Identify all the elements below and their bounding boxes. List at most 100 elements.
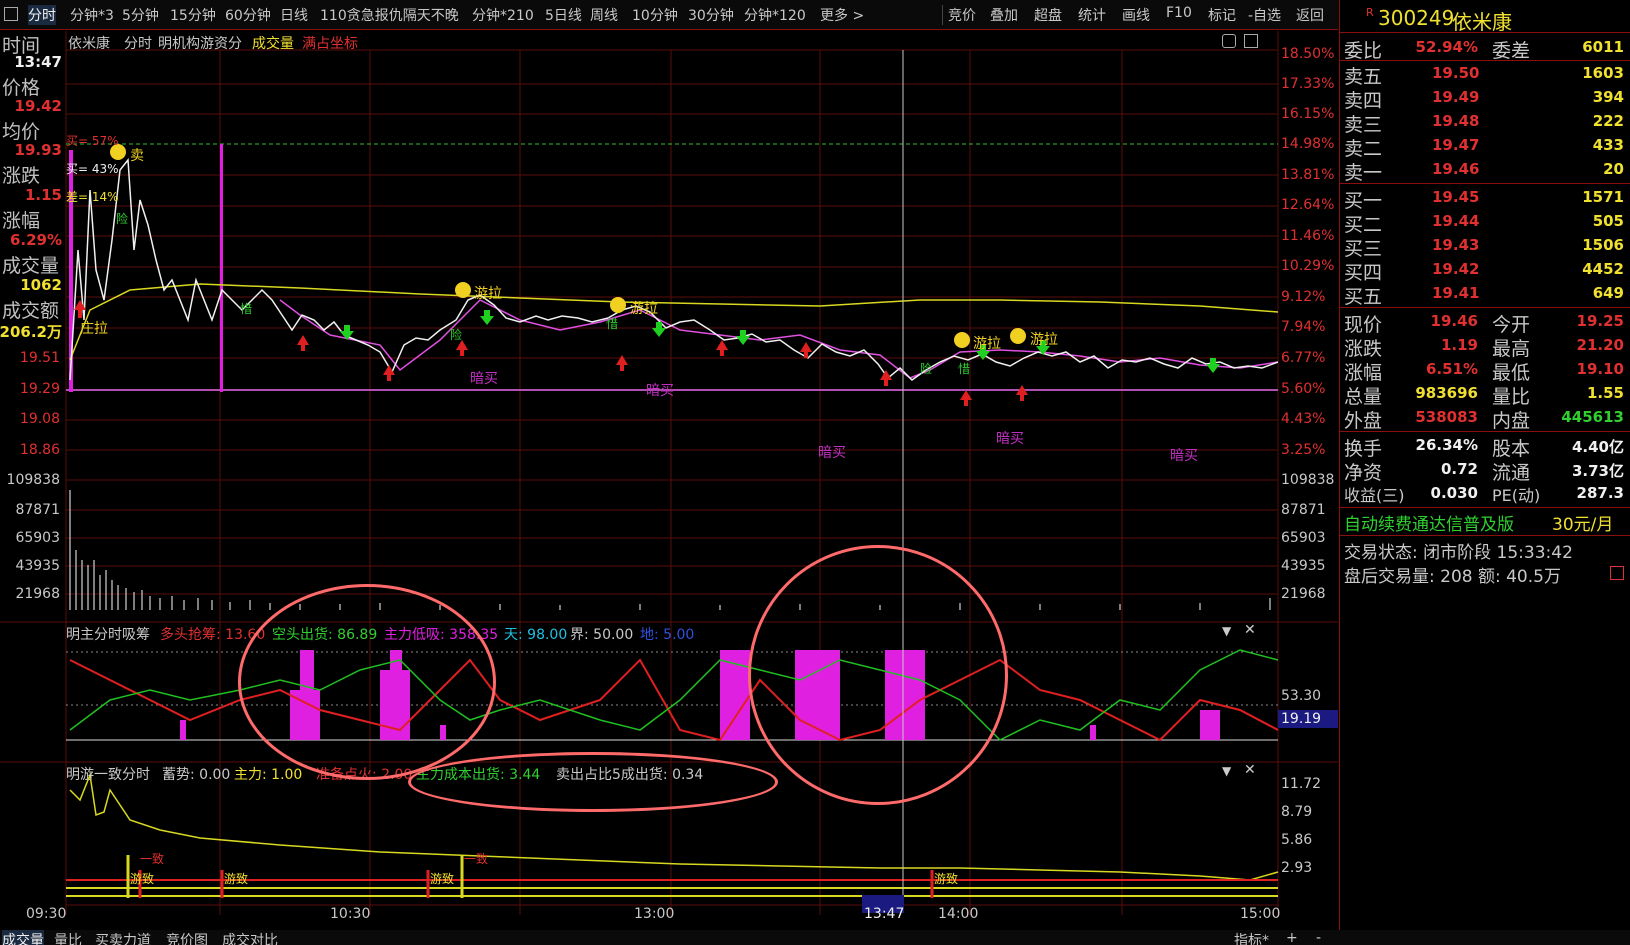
bid-price: 19.43	[1432, 236, 1480, 254]
zoom-out-button[interactable]: -	[1316, 930, 1321, 945]
ind2-c: 准备点火: 2.00	[316, 767, 413, 783]
bid-vol: 505	[1592, 212, 1624, 230]
mark-xing: 惜	[606, 317, 619, 331]
ask-vol: 1603	[1582, 64, 1624, 82]
panel-divider	[1340, 60, 1630, 61]
stat-row: 现价 19.46 今开 19.25	[1342, 310, 1628, 336]
chart-stock-name: 依米康	[68, 36, 110, 52]
ask-vol: 20	[1603, 160, 1624, 178]
chart-vol-label: 成交量	[252, 36, 294, 52]
ad-text[interactable]: 自动续费通达信普及版	[1344, 510, 1514, 535]
bid-4[interactable]: 买四 19.42 4452	[1342, 258, 1628, 284]
ask-price: 19.49	[1432, 88, 1480, 106]
ask-label: 卖三	[1344, 114, 1383, 136]
bid-price: 19.45	[1432, 188, 1480, 206]
pct-tick: 14.98%	[1281, 136, 1335, 152]
ind1-red-line	[69, 658, 1279, 742]
calendar-icon[interactable]	[1610, 566, 1624, 580]
ask-label: 卖二	[1344, 138, 1383, 160]
stat-label: 股本	[1492, 438, 1531, 460]
mark-xian: 险	[116, 212, 129, 226]
flag-r: R	[1366, 6, 1374, 19]
time-label-cursor: 13:47	[864, 906, 905, 922]
pct-value: 6.29%	[9, 231, 62, 249]
pink-bar-mid	[220, 144, 223, 392]
vol-tick: 109838	[6, 472, 60, 488]
smiley-icon	[610, 297, 626, 313]
panel-divider	[1340, 507, 1630, 508]
ind-bar	[440, 725, 446, 740]
ind1-dropdown-icon[interactable]: ▼	[1222, 624, 1231, 638]
bid-5[interactable]: 买五 19.41 649	[1342, 282, 1628, 308]
wb-label: 委比	[1344, 40, 1383, 62]
pct-tick: 12.64%	[1281, 197, 1335, 213]
indicator-button[interactable]: 指标*	[1234, 930, 1269, 945]
price-label: 价格	[2, 77, 41, 99]
vol-tick-right: 87871	[1281, 502, 1326, 518]
ind1-d: 天: 98.00	[504, 627, 568, 643]
stat-value: 19.25	[1576, 312, 1624, 330]
app-window: 分时 分钟*3 5分钟 15分钟 60分钟 日线 110贪急报仇隔天不晚 分钟*…	[0, 0, 1630, 945]
vol-tick-right: 43935	[1281, 558, 1326, 574]
ind-bar	[1200, 710, 1220, 740]
ind1-close-icon[interactable]: ✕	[1244, 622, 1256, 638]
stat2-row: 净资 0.72 流通 3.73亿	[1342, 458, 1628, 484]
green-arrows	[340, 310, 1220, 373]
stat-label: 现价	[1344, 314, 1383, 336]
stat-label: 流通	[1492, 462, 1531, 484]
panel-toggle-icon[interactable]	[1244, 34, 1258, 48]
vol-tick: 43935	[15, 558, 60, 574]
chart-coord-label[interactable]: 满占坐标	[302, 33, 358, 53]
panel-divider	[1340, 535, 1630, 536]
mark-youzhi: 游致	[224, 872, 249, 886]
stat2-row: 收益(三) 0.030 PE(动) 287.3	[1342, 482, 1628, 506]
vol-tick: 21968	[15, 586, 60, 602]
bid-2[interactable]: 买二 19.44 505	[1342, 210, 1628, 236]
bid-price: 19.41	[1432, 284, 1480, 302]
ind2-tick: 8.79	[1281, 804, 1313, 820]
ind2-dropdown-icon[interactable]: ▼	[1222, 764, 1231, 778]
stat-value: 287.3	[1576, 484, 1624, 502]
ind2-tick: 5.86	[1281, 832, 1313, 848]
ask-3[interactable]: 卖三 19.48 222	[1342, 110, 1628, 136]
time-label-1500: 15:00	[1240, 906, 1281, 922]
bid-3[interactable]: 买三 19.43 1506	[1342, 234, 1628, 260]
ask-1[interactable]: 卖一 19.46 20	[1342, 158, 1628, 184]
mark-youla: 游拉	[474, 286, 502, 302]
ask-2[interactable]: 卖二 19.47 433	[1342, 134, 1628, 160]
ask-price: 19.50	[1432, 64, 1480, 82]
tab-trade-compare[interactable]: 成交对比	[222, 930, 278, 945]
mark-youzhi: 游致	[934, 872, 959, 886]
change-label: 涨跌	[2, 165, 41, 187]
mark-anmai: 暗买	[470, 371, 498, 387]
mark-xian: 险	[450, 328, 463, 342]
buy-pct-2: 买= 43%	[66, 162, 119, 176]
tab-force[interactable]: 买卖力道	[95, 930, 151, 945]
ask-5[interactable]: 卖五 19.50 1603	[1342, 62, 1628, 88]
pct-tick: 17.33%	[1281, 76, 1335, 92]
mark-zhuangla: 庄拉	[80, 321, 108, 337]
volume-value: 1062	[20, 276, 62, 294]
stat-label: 最高	[1492, 338, 1531, 360]
stat-value: 19.10	[1576, 360, 1624, 378]
ask-label: 卖五	[1344, 66, 1383, 88]
ind-bar	[390, 650, 402, 740]
tab-volume-ratio[interactable]: 量比	[54, 930, 82, 945]
tab-volume[interactable]: 成交量	[2, 930, 44, 945]
panel-divider	[1340, 307, 1630, 308]
ad-price[interactable]: 30元/月	[1552, 510, 1613, 535]
up-arrow-icon	[383, 365, 395, 381]
up-arrow-icon	[716, 340, 728, 356]
zoom-in-button[interactable]: +	[1286, 930, 1298, 945]
expand-icon[interactable]	[1222, 34, 1236, 48]
ind2-close-icon[interactable]: ✕	[1244, 762, 1256, 778]
chart-area[interactable]	[0, 0, 1338, 945]
diff-pct: 差= 14%	[66, 190, 119, 204]
ask-4[interactable]: 卖四 19.49 394	[1342, 86, 1628, 112]
bid-1[interactable]: 买一 19.45 1571	[1342, 186, 1628, 212]
pct-tick: 16.15%	[1281, 106, 1335, 122]
mark-anmai: 暗买	[818, 445, 846, 461]
tab-auction-chart[interactable]: 竞价图	[166, 930, 208, 945]
stat-value: 19.46	[1430, 312, 1478, 330]
bottom-tab-bar: 成交量 量比 买卖力道 竞价图 成交对比 指标* + -	[0, 930, 1630, 945]
